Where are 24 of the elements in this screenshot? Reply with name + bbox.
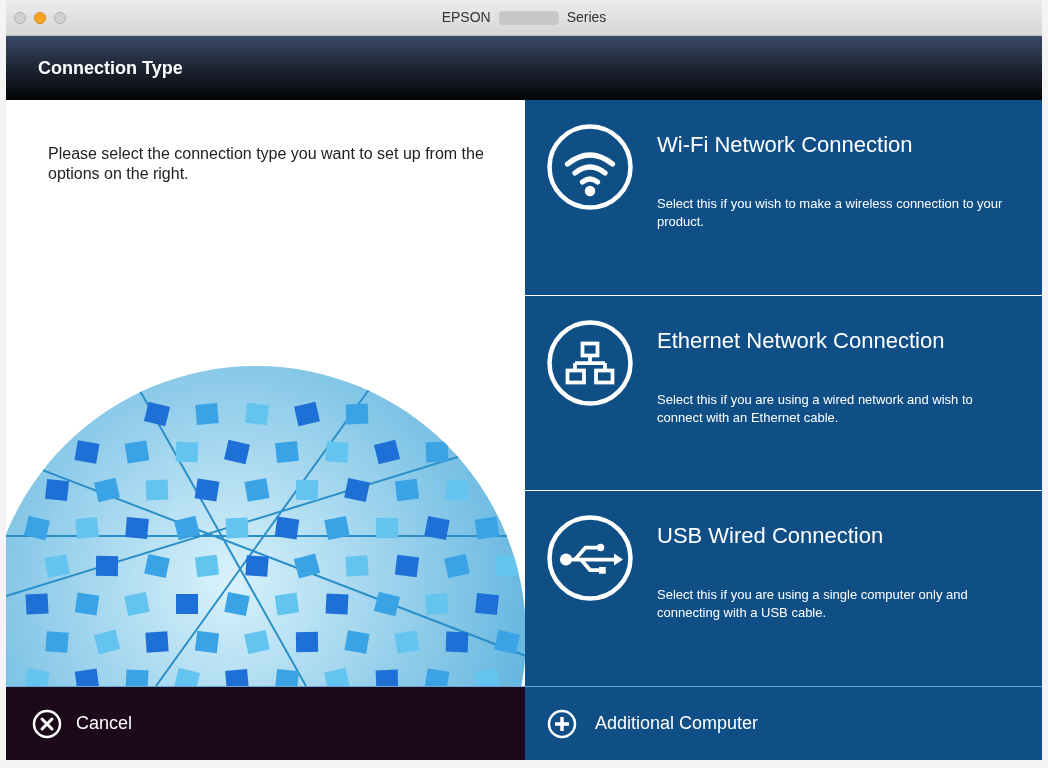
zoom-button[interactable] [54,11,66,24]
blurred-area [498,10,559,25]
window-title: EPSON [441,8,491,27]
additional-computer-button[interactable]: Additional Computer [525,687,1042,760]
window-title: Series [566,8,607,27]
network-icon [545,317,635,408]
wifi-icon [545,122,635,212]
option-title: Ethernet Network Connection [657,326,946,355]
minimize-button[interactable] [34,11,46,24]
instruction-text: Please select the connection type you want to set up from the options on the right. [47,144,485,184]
usb-icon [545,513,635,604]
option-description: Select this if you wish to make a wireless connection to your product. [657,195,1004,231]
header-title: Connection Type [38,56,183,80]
close-button[interactable] [14,11,26,24]
option-title: USB Wired Connection [657,522,885,551]
cancel-button[interactable]: Cancel [6,687,525,760]
option-title: Wi-Fi Network Connection [657,131,914,159]
connection-option[interactable]: Wi-Fi Network Connection Select this if you wish to make a wireless connection to your product. [525,100,1042,295]
connection-option[interactable]: Ethernet Network Connection Select this if you are using a wired network and wish to connect with an Ethernet cable. [525,295,1042,491]
connection-option[interactable]: USB Wired Connection Select this if you are using a single computer only and connecting with a USB cable. [525,491,1042,686]
plus-icon [547,708,577,739]
option-description: Select this if you are using a single computer only and connecting with a USB cable. [657,586,969,623]
option-description: Select this if you are using a wired network and wish to connect with an Ethernet cable. [657,390,974,427]
close-icon [32,708,62,739]
